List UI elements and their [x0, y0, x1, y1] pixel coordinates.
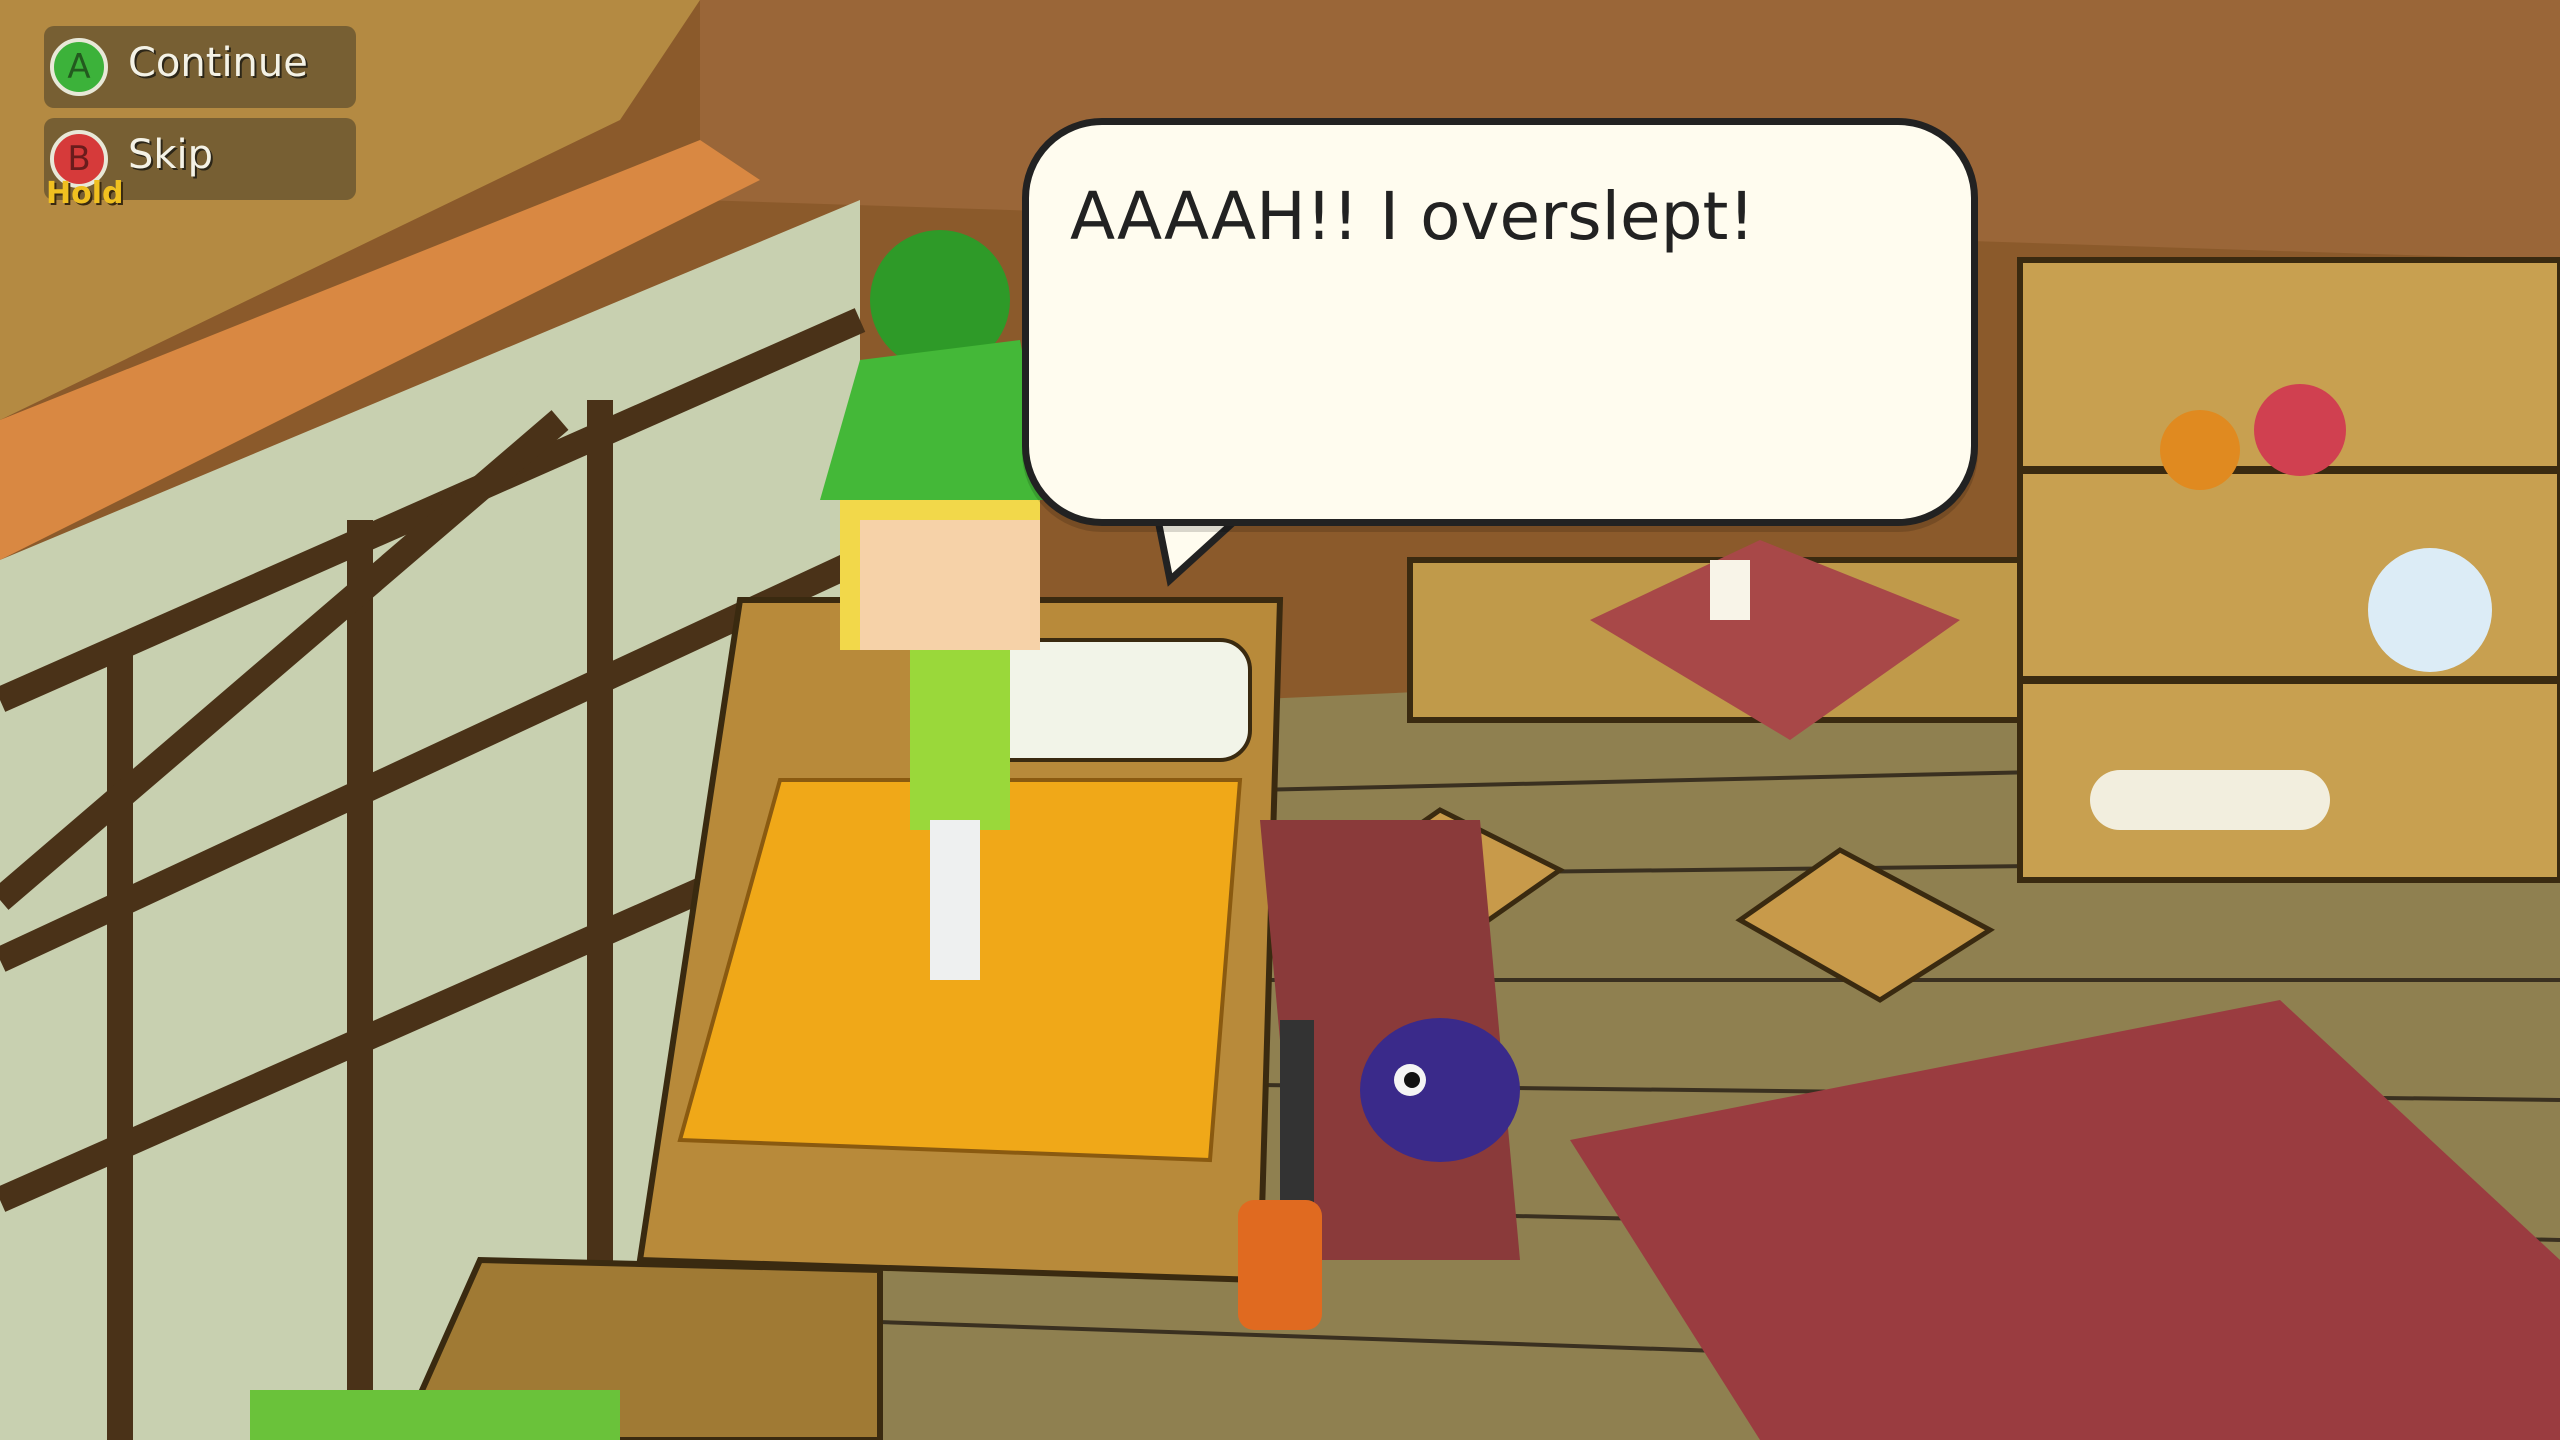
green-book [250, 1390, 620, 1440]
skip-prompt[interactable]: B Hold Skip [44, 118, 356, 211]
plate [2368, 548, 2492, 672]
continue-label: Continue [128, 40, 308, 86]
potion-jar [2254, 384, 2346, 476]
leaf-blower [1280, 1020, 1314, 1230]
potion-jar [2160, 410, 2240, 490]
dialogue-text: AAAAH!! I overslept! [1070, 178, 1755, 255]
skip-label: Skip [128, 132, 214, 178]
a-button-icon: A [50, 38, 108, 96]
purple-bird [1360, 1018, 1520, 1162]
hold-modifier: Hold [46, 176, 124, 211]
scroll [2090, 770, 2330, 830]
leaf-blower [1238, 1200, 1322, 1330]
continue-prompt[interactable]: A Continue [44, 26, 356, 108]
candle [1710, 560, 1750, 620]
